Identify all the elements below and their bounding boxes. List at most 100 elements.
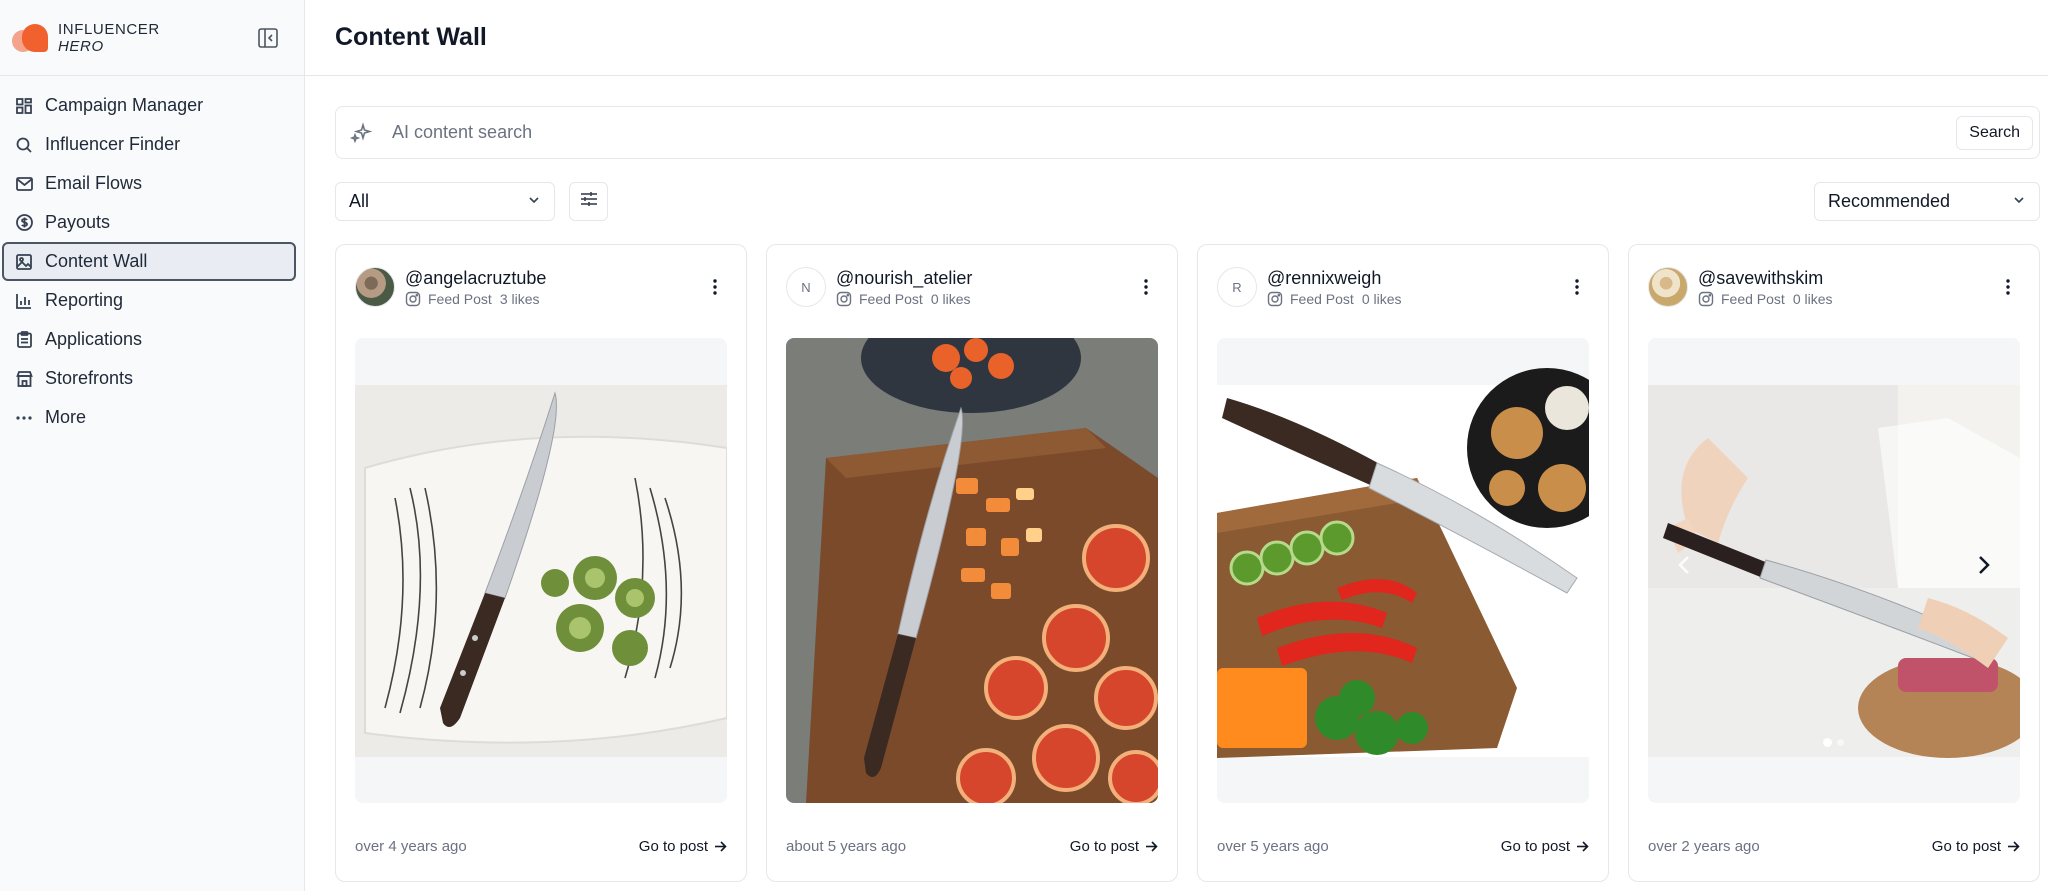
- user-info: @nourish_atelier Feed Post 0 likes: [836, 268, 1134, 307]
- sidebar-item-label: Reporting: [45, 290, 124, 310]
- ai-search-bar: Search: [335, 106, 2040, 159]
- logo[interactable]: [12, 22, 48, 54]
- page-header: Content Wall: [305, 0, 2048, 76]
- post-image-knife-brussels-sprouts: [355, 338, 727, 803]
- likes-count: 3 likes: [499, 290, 540, 307]
- post-type: Feed Post: [1721, 290, 1785, 307]
- arrow-right-icon: [1577, 841, 1589, 852]
- avatar[interactable]: N: [786, 267, 826, 307]
- post-media[interactable]: [1217, 338, 1589, 803]
- carousel-dot-active[interactable]: [1823, 738, 1832, 747]
- go-to-post-link[interactable]: Go to post: [1932, 838, 2020, 855]
- brand-text: INFLUENCER HERO: [58, 21, 160, 55]
- page-title: Content Wall: [335, 23, 487, 51]
- mail-icon: [15, 175, 33, 193]
- content-cards: @angelacruztube Feed Post 3 likes over 4…: [335, 244, 2040, 882]
- go-to-post-label: Go to post: [638, 838, 708, 855]
- chevron-down-icon: [2012, 191, 2026, 212]
- post-meta: Feed Post 0 likes: [836, 291, 1134, 307]
- card-header: @angelacruztube Feed Post 3 likes: [355, 266, 727, 308]
- likes-count: 0 likes: [1792, 290, 1833, 307]
- search-icon: [15, 136, 33, 154]
- sidebar-item-content-wall[interactable]: Content Wall: [2, 242, 296, 281]
- ellipsis-icon: [15, 409, 33, 427]
- filters-button[interactable]: [569, 182, 608, 221]
- more-options-icon[interactable]: [703, 275, 727, 299]
- instagram-icon: [1698, 291, 1714, 307]
- card-header: N @nourish_atelier Feed Post 0 likes: [786, 266, 1158, 308]
- ai-search-input[interactable]: [392, 122, 1957, 143]
- sidebar-item-storefronts[interactable]: Storefronts: [2, 359, 296, 398]
- instagram-icon: [836, 291, 852, 307]
- image-icon: [15, 253, 33, 271]
- more-options-icon[interactable]: [1565, 275, 1589, 299]
- go-to-post-link[interactable]: Go to post: [1070, 838, 1158, 855]
- post-meta: Feed Post 0 likes: [1267, 291, 1565, 307]
- sidebar-item-label: Email Flows: [45, 173, 143, 193]
- main-content: Content Wall Search All Recommended: [305, 0, 2048, 891]
- more-options-icon[interactable]: [1996, 275, 2020, 299]
- sidebar-item-applications[interactable]: Applications: [2, 320, 296, 359]
- post-image-knife-vegetables: [1217, 338, 1589, 803]
- arrow-right-icon: [1146, 841, 1158, 852]
- creator-handle[interactable]: @savewithskim: [1698, 268, 1996, 289]
- card-footer: over 5 years ago Go to post: [1217, 838, 1589, 855]
- brand-line2: HERO: [58, 37, 104, 55]
- carousel-dot[interactable]: [1837, 739, 1844, 746]
- sidebar-item-campaign-manager[interactable]: Campaign Manager: [2, 86, 296, 125]
- carousel-prev-icon[interactable]: [1670, 551, 1698, 579]
- post-time: over 2 years ago: [1648, 838, 1760, 855]
- sidebar-nav: Campaign Manager Influencer Finder Email…: [0, 76, 304, 437]
- card-footer: about 5 years ago Go to post: [786, 838, 1158, 855]
- more-options-icon[interactable]: [1134, 275, 1158, 299]
- arrow-right-icon: [2008, 841, 2020, 852]
- creator-handle[interactable]: @nourish_atelier: [836, 268, 1134, 289]
- user-info: @rennixweigh Feed Post 0 likes: [1267, 268, 1565, 307]
- creator-handle[interactable]: @rennixweigh: [1267, 268, 1565, 289]
- sidebar-item-more[interactable]: More: [2, 398, 296, 437]
- content-card: @savewithskim Feed Post 0 likes over 2 y…: [1628, 244, 2040, 882]
- go-to-post-label: Go to post: [1931, 838, 2001, 855]
- post-type: Feed Post: [428, 290, 492, 307]
- carousel-dots: [1823, 738, 1844, 747]
- card-footer: over 4 years ago Go to post: [355, 838, 727, 855]
- go-to-post-link[interactable]: Go to post: [639, 838, 727, 855]
- sidebar: INFLUENCER HERO Campaign Manager Influen…: [0, 0, 305, 891]
- sidebar-item-label: Content Wall: [45, 251, 148, 271]
- dollar-circle-icon: [15, 214, 33, 232]
- grid-icon: [15, 97, 33, 115]
- avatar[interactable]: [1648, 267, 1688, 307]
- user-info: @savewithskim Feed Post 0 likes: [1698, 268, 1996, 307]
- likes-count: 0 likes: [930, 290, 971, 307]
- clipboard-icon: [15, 331, 33, 349]
- post-meta: Feed Post 3 likes: [405, 291, 703, 307]
- arrow-right-icon: [715, 841, 727, 852]
- sidebar-item-label: Applications: [45, 329, 143, 349]
- post-media[interactable]: [786, 338, 1158, 803]
- creator-handle[interactable]: @angelacruztube: [405, 268, 703, 289]
- card-header: R @rennixweigh Feed Post 0 likes: [1217, 266, 1589, 308]
- sort-value: Recommended: [1828, 191, 1951, 211]
- sort-select[interactable]: Recommended: [1814, 182, 2040, 221]
- post-image-knife-slicing-fish: [1648, 338, 2020, 803]
- carousel-next-icon[interactable]: [1970, 551, 1998, 579]
- post-image-knife-citrus-board: [786, 338, 1158, 803]
- post-media[interactable]: [1648, 338, 2020, 803]
- content-type-select[interactable]: All: [335, 182, 555, 221]
- sidebar-item-email-flows[interactable]: Email Flows: [2, 164, 296, 203]
- bar-chart-icon: [15, 292, 33, 310]
- sidebar-item-payouts[interactable]: Payouts: [2, 203, 296, 242]
- collapse-sidebar-icon[interactable]: [257, 27, 279, 49]
- post-media[interactable]: [355, 338, 727, 803]
- sidebar-item-reporting[interactable]: Reporting: [2, 281, 296, 320]
- go-to-post-link[interactable]: Go to post: [1501, 838, 1589, 855]
- post-type: Feed Post: [859, 290, 923, 307]
- instagram-icon: [405, 291, 421, 307]
- post-time: about 5 years ago: [786, 838, 907, 855]
- avatar[interactable]: R: [1217, 267, 1257, 307]
- sidebar-item-label: More: [45, 407, 87, 427]
- search-button[interactable]: Search: [1956, 115, 2033, 150]
- sidebar-item-influencer-finder[interactable]: Influencer Finder: [2, 125, 296, 164]
- avatar[interactable]: [355, 267, 395, 307]
- post-type: Feed Post: [1290, 290, 1354, 307]
